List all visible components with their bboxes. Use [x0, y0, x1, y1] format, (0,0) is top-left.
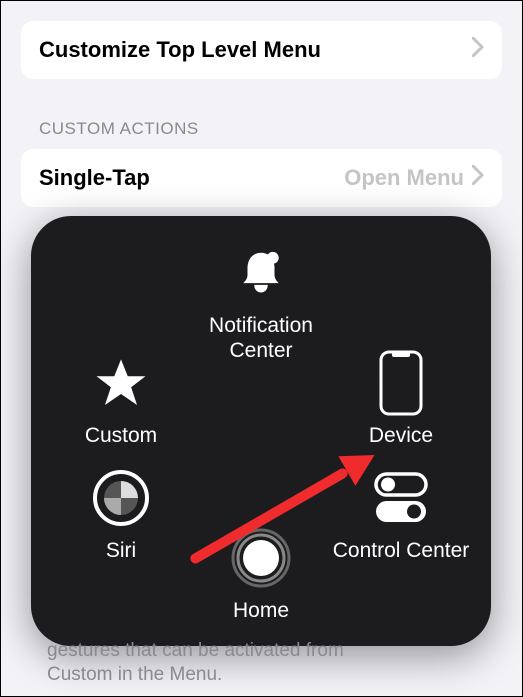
- menu-item-notification-center[interactable]: Notification Center: [191, 241, 331, 363]
- bell-icon: [229, 241, 293, 305]
- chevron-right-icon: [472, 165, 484, 191]
- menu-item-label: Device: [369, 423, 433, 448]
- single-tap-row[interactable]: Single-Tap Open Menu: [21, 149, 502, 207]
- customize-top-level-title: Customize Top Level Menu: [39, 37, 321, 63]
- siri-icon: [89, 466, 153, 530]
- menu-item-home[interactable]: Home: [191, 526, 331, 623]
- menu-item-label: Home: [233, 598, 289, 623]
- menu-item-label: Siri: [106, 538, 136, 563]
- assistivetouch-menu-overlay: Notification Center Custom Device: [31, 216, 491, 646]
- toggles-icon: [369, 466, 433, 530]
- menu-item-device[interactable]: Device: [331, 351, 471, 448]
- menu-item-label: Custom: [85, 423, 157, 448]
- star-icon: [89, 351, 153, 415]
- customize-top-level-menu-row[interactable]: Customize Top Level Menu: [21, 21, 502, 79]
- home-button-icon: [229, 526, 293, 590]
- menu-item-siri[interactable]: Siri: [51, 466, 191, 563]
- device-icon: [369, 351, 433, 415]
- footer-description: gestures that can be activated from Cust…: [47, 639, 344, 688]
- menu-item-label: Notification Center: [191, 313, 331, 363]
- menu-item-custom[interactable]: Custom: [51, 351, 191, 448]
- custom-actions-header: CUSTOM ACTIONS: [39, 119, 502, 139]
- chevron-right-icon: [472, 37, 484, 63]
- menu-item-control-center[interactable]: Control Center: [331, 466, 471, 563]
- single-tap-label: Single-Tap: [39, 165, 150, 191]
- single-tap-value: Open Menu: [344, 165, 464, 191]
- menu-item-label: Control Center: [333, 538, 470, 563]
